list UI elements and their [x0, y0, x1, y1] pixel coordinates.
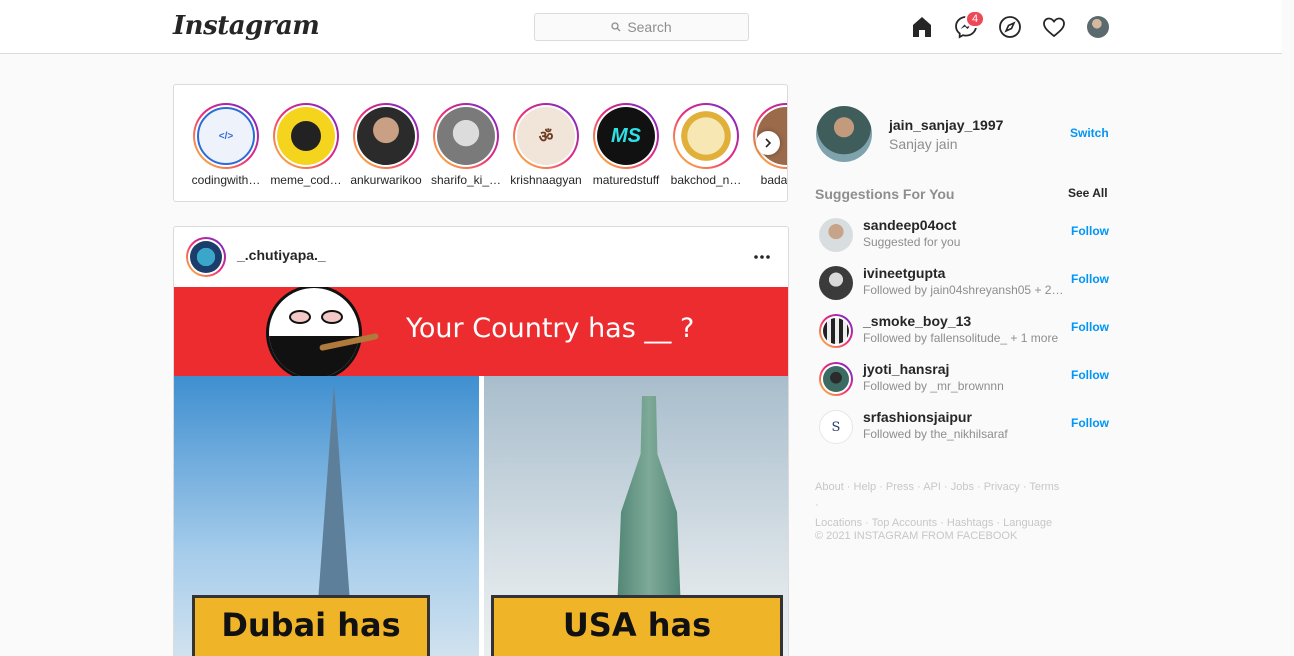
story-username: sharifo_ki_… [430, 173, 502, 187]
post-author-avatar[interactable] [186, 237, 226, 277]
story-item[interactable]: ॐ krishnaagyan [506, 103, 586, 187]
search-icon [611, 22, 621, 32]
meme-panel-usa: USA has [484, 376, 788, 656]
story-avatar: ॐ [517, 107, 575, 165]
follow-button[interactable]: Follow [1071, 272, 1109, 286]
post-image[interactable]: Your Country has __ ? Dubai has USA has [174, 287, 788, 656]
switch-account-button[interactable]: Switch [1070, 126, 1109, 140]
suggestion-avatar[interactable] [819, 218, 853, 252]
copyright-text: © 2021 INSTAGRAM FROM FACEBOOK [815, 530, 1018, 542]
story-item[interactable]: bakchod_n… [666, 103, 746, 187]
suggestion-avatar[interactable] [819, 362, 853, 396]
stories-tray: </> codingwith… meme_cod… ankurwarikoo s… [173, 84, 788, 202]
story-avatar [277, 107, 335, 165]
dubai-sign: Dubai has [192, 595, 430, 656]
follow-button[interactable]: Follow [1071, 368, 1109, 382]
chevron-right-icon [765, 138, 772, 148]
story-item[interactable]: MS maturedstuff [586, 103, 666, 187]
suggestion-username[interactable]: _smoke_boy_13 [863, 313, 971, 329]
suggestion-username[interactable]: sandeep04oct [863, 217, 956, 233]
follow-button[interactable]: Follow [1071, 224, 1109, 238]
instagram-logo[interactable]: Instagram [173, 11, 320, 41]
suggestion-avatar[interactable]: S [819, 410, 853, 444]
suggestion-subtitle: Followed by jain04shreyansh05 + 2… [863, 283, 1063, 297]
suggestion-item: S srfashionsjaipur Followed by the_nikhi… [815, 406, 1110, 448]
usa-sign: USA has [491, 595, 783, 656]
suggestion-avatar[interactable] [819, 314, 853, 348]
story-avatar [437, 107, 495, 165]
suggestion-username[interactable]: ivineetgupta [863, 265, 945, 281]
see-all-link[interactable]: See All [1068, 186, 1108, 200]
meme-question: Your Country has __ ? [406, 313, 695, 344]
stories-next-button[interactable] [756, 131, 780, 155]
story-username: maturedstuff [592, 173, 660, 187]
current-user-username[interactable]: jain_sanjay_1997 [889, 117, 1003, 133]
story-username: ankurwarikoo [350, 173, 422, 187]
suggestion-item: sandeep04oct Suggested for you Follow [815, 214, 1110, 256]
footer-links-line-1[interactable]: About · Help · Press · API · Jobs · Priv… [815, 478, 1065, 514]
suggestion-item: jyoti_hansraj Followed by _mr_brownnn Fo… [815, 358, 1110, 400]
suggestion-username[interactable]: srfashionsjaipur [863, 409, 972, 425]
follow-button[interactable]: Follow [1071, 320, 1109, 334]
search-input[interactable]: Search [534, 13, 749, 41]
footer-links[interactable]: About · Help · Press · API · Jobs · Priv… [815, 478, 1065, 532]
story-item[interactable]: sharifo_ki_… [426, 103, 506, 187]
story-avatar [357, 107, 415, 165]
suggestion-subtitle: Followed by _mr_brownnn [863, 379, 1004, 393]
story-avatar [677, 107, 735, 165]
story-avatar: MS [597, 107, 655, 165]
story-username: bakchod_n… [670, 173, 742, 187]
feed-post: _.chutiyapa._ Your Country has __ ? Duba… [173, 226, 789, 656]
profile-avatar[interactable] [1087, 16, 1109, 38]
suggestion-username[interactable]: jyoti_hansraj [863, 361, 949, 377]
suggestion-avatar[interactable] [819, 266, 853, 300]
post-header: _.chutiyapa._ [174, 227, 788, 287]
story-avatar: </> [197, 107, 255, 165]
story-username: meme_cod… [270, 173, 342, 187]
meme-character [266, 287, 362, 381]
story-item[interactable]: ankurwarikoo [346, 103, 426, 187]
search-placeholder: Search [627, 19, 672, 35]
story-item[interactable]: </> codingwith… [186, 103, 266, 187]
follow-button[interactable]: Follow [1071, 416, 1109, 430]
explore-compass-icon[interactable] [998, 15, 1022, 39]
home-icon[interactable] [910, 15, 934, 39]
story-item[interactable]: meme_cod… [266, 103, 346, 187]
heart-icon[interactable] [1042, 15, 1066, 39]
top-nav-bar: Instagram Search 4 [0, 0, 1282, 54]
suggestion-subtitle: Suggested for you [863, 235, 961, 249]
suggestion-subtitle: Followed by the_nikhilsaraf [863, 427, 1008, 441]
suggestion-item: ivineetgupta Followed by jain04shreyansh… [815, 262, 1110, 304]
suggestion-item: _smoke_boy_13 Followed by fallensolitude… [815, 310, 1110, 352]
suggestions-title: Suggestions For You [815, 186, 955, 202]
notification-badge: 4 [965, 10, 985, 28]
story-username: badass… [760, 173, 788, 187]
post-author-username[interactable]: _.chutiyapa._ [237, 247, 326, 263]
current-user-fullname: Sanjay jain [889, 136, 958, 152]
current-user-avatar[interactable] [816, 106, 872, 162]
meme-panel-dubai: Dubai has [174, 376, 479, 656]
suggestion-subtitle: Followed by fallensolitude_ + 1 more [863, 331, 1059, 345]
more-options-icon[interactable] [750, 247, 774, 267]
story-username: krishnaagyan [510, 173, 582, 187]
story-username: codingwith… [191, 173, 261, 187]
